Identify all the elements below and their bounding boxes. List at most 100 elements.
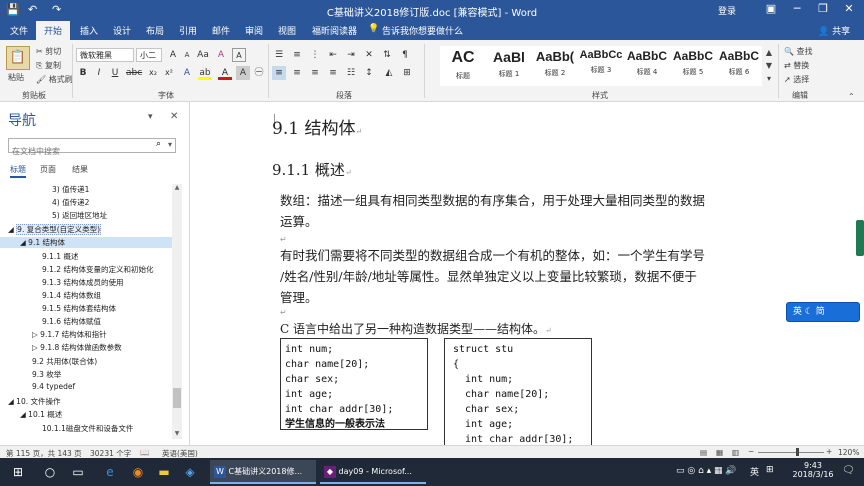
nav-search-input[interactable] (9, 145, 149, 158)
ribbon-options-icon[interactable]: ▣ (760, 2, 782, 18)
scroll-up-icon[interactable]: ▲ (173, 184, 181, 192)
tab-design[interactable]: 设计 (113, 24, 131, 37)
nav-heading-item[interactable]: 9.1.5 结构体套结构体 (42, 303, 116, 314)
nav-tab-headings[interactable]: 标题 (10, 164, 26, 178)
web-layout-icon[interactable]: ▥ (732, 448, 739, 457)
superscript-icon[interactable]: x² (162, 66, 176, 80)
nav-heading-item[interactable]: 9.2 共用体(联合体) (32, 356, 97, 367)
nav-heading-item[interactable]: ▷ 9.1.7 结构体和指针 (32, 329, 107, 340)
grow-font-icon[interactable]: A (166, 48, 180, 62)
text-effects-icon[interactable]: A (180, 66, 194, 80)
login-link[interactable]: 登录 (718, 4, 736, 17)
change-case-icon[interactable]: Aa (196, 48, 210, 62)
tab-insert[interactable]: 插入 (80, 24, 98, 37)
ime-mode-icon[interactable]: ⊞ (766, 465, 774, 475)
paragraph-shading-icon[interactable]: ◭ (382, 66, 396, 80)
print-layout-icon[interactable]: ▦ (716, 448, 723, 457)
nav-heading-item[interactable]: 10.1.1磁盘文件和设备文件 (42, 423, 133, 434)
restore-icon[interactable]: ❐ (812, 2, 834, 18)
nav-heading-item[interactable]: ◢ 10. 文件操作 (8, 396, 60, 407)
paste-icon[interactable]: 📋 (6, 46, 30, 70)
search-icon[interactable]: ⌕ (156, 139, 161, 149)
font-size-select[interactable]: 小二 (136, 48, 162, 62)
clear-format-icon[interactable]: A (214, 48, 228, 62)
bold-icon[interactable]: B (76, 66, 90, 80)
strikethrough-icon[interactable]: abc (126, 66, 142, 80)
shrink-font-icon[interactable]: A (180, 48, 194, 62)
nav-heading-item[interactable]: 9.1.4 结构体数组 (42, 290, 101, 301)
start-icon[interactable]: ⊞ (8, 462, 28, 482)
paragraph-3[interactable]: C 语言中给出了另一种构造数据类型——结构体。↵ (280, 320, 552, 337)
file-explorer-icon[interactable]: ▬ (154, 462, 174, 482)
undo-icon[interactable]: ↶ (28, 3, 37, 16)
nav-scrollbar[interactable]: ▲ ▼ (172, 184, 182, 439)
styles-more-icon[interactable]: ▲ ▼ ▾ (764, 46, 774, 86)
nav-heading-item[interactable]: 9.1.1 概述 (42, 251, 78, 262)
tab-references[interactable]: 引用 (179, 24, 197, 37)
nav-heading-item[interactable]: ◢ 9. 复合类型(自定义类型) (8, 224, 172, 235)
heading-3[interactable]: 9.1.1 概述↵ (272, 159, 352, 180)
nav-heading-item[interactable]: 5) 返回堆区地址 (52, 210, 107, 221)
numbering-icon[interactable]: ≡ (290, 48, 304, 62)
app-icon[interactable]: ◈ (180, 462, 200, 482)
justify-icon[interactable]: ≡ (326, 66, 340, 80)
copy-button[interactable]: ⎘ 复制 (36, 60, 61, 71)
style-title[interactable]: AC 标题 (440, 46, 486, 86)
firefox-icon[interactable]: ◉ (128, 462, 148, 482)
cut-button[interactable]: ✂ 剪切 (36, 46, 61, 57)
nav-heading-item[interactable]: 3) 值传递1 (52, 184, 89, 195)
zoom-out-icon[interactable]: − (748, 447, 754, 456)
paragraph-2[interactable]: 有时我们需要将不同类型的数据组合成一个有机的整体，如：一个学生有学号 /姓名/性… (280, 245, 705, 308)
taskbar-app-word[interactable]: W C基础讲义2018修... (210, 460, 316, 484)
paragraph-1[interactable]: 数组：描述一组具有相同类型数据的有序集合，用于处理大量相同类型的数据 运算。 (280, 190, 705, 232)
proofing-icon[interactable]: 📖 (140, 448, 149, 457)
borders-icon[interactable]: ⊞ (400, 66, 414, 80)
document-area[interactable]: 9.1 结构体↵ 9.1.1 概述↵ 数组：描述一组具有相同类型数据的有序集合，… (190, 102, 864, 445)
decrease-indent-icon[interactable]: ⇤ (326, 48, 340, 62)
font-color-icon[interactable]: A (218, 66, 232, 80)
style-heading-1[interactable]: AaBl 标题 1 (486, 46, 532, 86)
zoom-slider[interactable] (758, 452, 824, 453)
expand-arrow-icon[interactable]: ◢ (20, 238, 26, 247)
chinese-layout-icon[interactable]: ✕ (362, 48, 376, 62)
collapse-arrow-icon[interactable]: ▷ (32, 330, 38, 339)
nav-heading-item[interactable]: 9.1.6 结构体赋值 (42, 316, 101, 327)
paste-button[interactable]: 粘贴 (8, 72, 24, 83)
side-widget-tab[interactable] (856, 220, 864, 256)
nav-close-icon[interactable]: ✕ (170, 111, 178, 122)
multilevel-list-icon[interactable]: ⋮ (308, 48, 322, 62)
replace-button[interactable]: ⇄ 替换 (784, 60, 809, 71)
minimize-icon[interactable]: ─ (786, 2, 808, 18)
underline-icon[interactable]: U (108, 66, 122, 80)
italic-icon[interactable]: I (92, 66, 106, 80)
bullets-icon[interactable]: ☰ (272, 48, 286, 62)
taskbar-app-vs[interactable]: ◆ day09 - Microsof... (320, 460, 426, 484)
code-box-left[interactable]: int num; char name[20]; char sex; int ag… (280, 338, 428, 430)
nav-options-icon[interactable]: ▾ (148, 112, 153, 122)
tab-layout[interactable]: 布局 (146, 24, 164, 37)
distributed-icon[interactable]: ☷ (344, 66, 358, 80)
save-icon[interactable]: 💾 (6, 3, 20, 16)
align-left-icon[interactable]: ≡ (272, 66, 286, 80)
edge-icon[interactable]: e (100, 462, 120, 482)
zoom-slider-thumb[interactable] (796, 448, 799, 456)
tray-icons[interactable]: ▭ ◎ ⌂ ▴ ▦ 🔊 (676, 466, 737, 476)
task-view-icon[interactable]: ▭ (68, 462, 88, 482)
tab-home[interactable]: 开始 (36, 21, 71, 40)
nav-heading-item[interactable]: ▷ 9.1.8 结构体做函数参数 (32, 342, 122, 353)
tab-mailings[interactable]: 邮件 (212, 24, 230, 37)
expand-arrow-icon[interactable]: ◢ (8, 397, 14, 406)
nav-heading-item[interactable]: ◢ 10.1 概述 (20, 409, 62, 420)
subscript-icon[interactable]: x₂ (146, 66, 160, 80)
redo-icon[interactable]: ↷ (52, 3, 61, 16)
align-center-icon[interactable]: ≡ (290, 66, 304, 80)
nav-scroll-thumb[interactable] (173, 388, 181, 408)
ime-toolbar[interactable]: 英 ☾ 简 (786, 302, 860, 322)
nav-heading-item[interactable]: 4) 值传递2 (52, 197, 89, 208)
close-icon[interactable]: ✕ (838, 2, 860, 18)
show-marks-icon[interactable]: ¶ (398, 48, 412, 62)
char-border-icon[interactable]: A (232, 48, 246, 62)
tell-me-box[interactable]: 告诉我你想要做什么 (382, 24, 463, 37)
ime-indicator[interactable]: 英 (750, 465, 759, 478)
nav-heading-item[interactable]: 9.1.2 结构体变量的定义和初始化 (42, 264, 153, 275)
